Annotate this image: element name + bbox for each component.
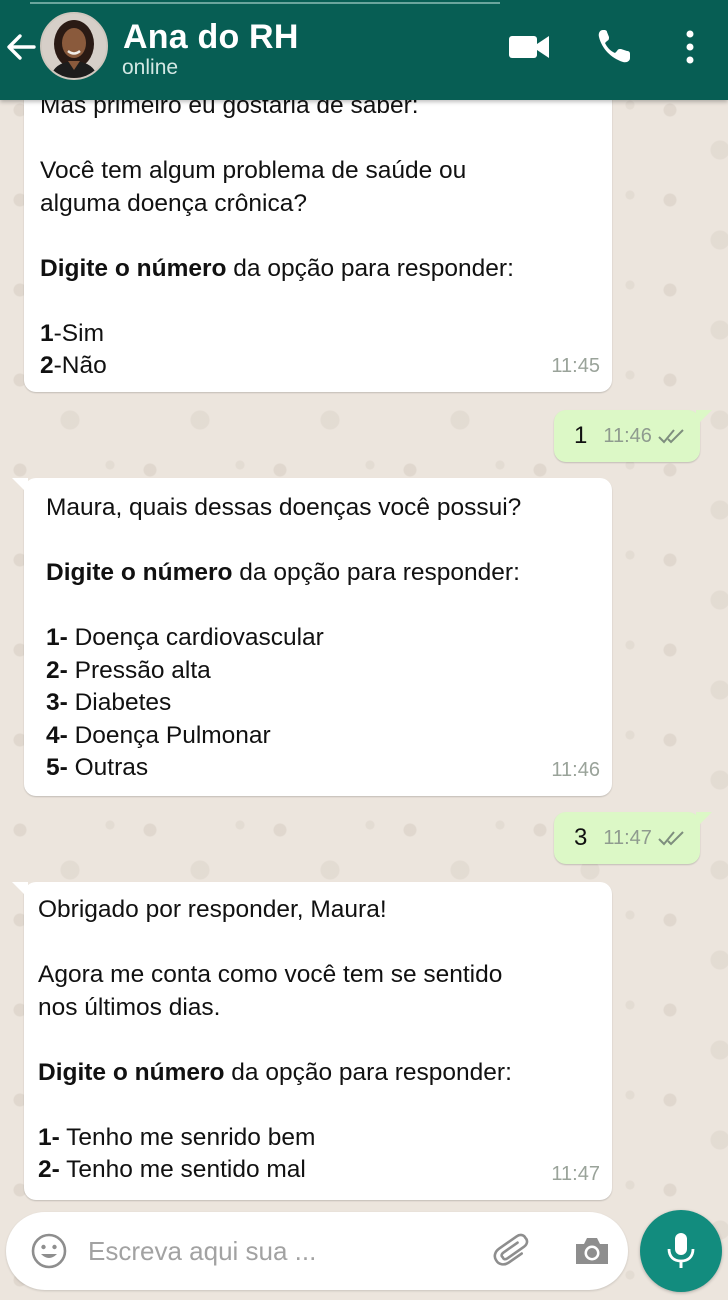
bold-text: Digite o número <box>38 1058 225 1086</box>
avatar[interactable] <box>40 12 108 80</box>
text-run: da opção para responder: <box>232 559 520 586</box>
message-text: 1 <box>574 421 588 449</box>
contact-name[interactable]: Ana do RH <box>123 18 299 57</box>
contact-status: online <box>122 56 179 79</box>
bold-text: 2- <box>46 656 68 684</box>
chat-header: Ana do RH online <box>0 0 728 100</box>
bold-text: 1 <box>40 319 54 347</box>
message-line: 2- Pressão alta <box>46 655 596 688</box>
message-line: Digite o número da opção para responder: <box>38 1057 596 1090</box>
text-run: -Não <box>53 352 107 379</box>
text-run: nos últimos dias. <box>38 993 221 1021</box>
message-line <box>40 123 596 156</box>
message-line: Digite o número da opção para responder: <box>46 557 596 590</box>
text-run: Diabetes <box>67 689 172 716</box>
text-run: -Sim <box>53 319 104 347</box>
bubble-tail <box>696 410 712 426</box>
bold-text: 1- <box>38 1123 60 1151</box>
message-line: 5- Outras <box>46 752 596 785</box>
microphone-icon <box>667 1233 695 1268</box>
message-bubble-incoming[interactable]: Obrigado por responder, Maura! Agora me c… <box>12 882 612 1200</box>
text-run: da opção para responder: <box>226 254 514 282</box>
text-run: Você tem algum problema de saúde ou <box>40 157 467 184</box>
message-bubble-incoming[interactable]: Maura, quais dessas doenças você possui?… <box>12 478 612 796</box>
message-line: 2- Tenho me sentido mal <box>38 1154 596 1187</box>
arrow-left-icon[interactable] <box>4 30 38 64</box>
video-camera-icon[interactable] <box>506 24 552 70</box>
message-bubble-outgoing[interactable]: 3 11:47 <box>554 812 712 864</box>
bold-text: 5- <box>46 754 68 781</box>
voice-message-button[interactable] <box>640 1210 722 1292</box>
phone-icon[interactable] <box>594 24 634 70</box>
message-line: Agora me conta como você tem se sentido <box>38 959 596 992</box>
text-run: Tenho me sentido mal <box>59 1156 306 1183</box>
message-line: Obrigado por responder, Maura! <box>38 894 596 927</box>
message-line: 4- Doença Pulmonar <box>46 720 596 753</box>
message-time: 11:47 <box>603 826 652 849</box>
message-line: 3- Diabetes <box>46 687 596 720</box>
message-time: 11:46 <box>603 424 652 447</box>
avatar-image <box>42 14 106 78</box>
more-vertical-icon[interactable] <box>676 24 704 70</box>
message-time: 11:45 <box>551 354 600 377</box>
bubble-tail <box>12 882 28 898</box>
double-check-icon <box>658 429 684 444</box>
double-check-icon <box>658 831 684 846</box>
message-line <box>38 1089 596 1122</box>
bold-text: 3- <box>46 689 68 716</box>
bubble-tail <box>12 478 28 494</box>
text-run: Outras <box>67 754 149 781</box>
message-time: 11:47 <box>551 1162 600 1185</box>
message-line: nos últimos dias. <box>38 992 596 1025</box>
message-input[interactable] <box>88 1230 468 1272</box>
text-run: Doença Pulmonar <box>67 721 271 749</box>
message-line: 1- Tenho me senrido bem <box>38 1122 596 1155</box>
bubble-tail <box>696 812 712 828</box>
message-line: Maura, quais dessas doenças você possui? <box>46 492 596 525</box>
emoji-icon[interactable] <box>30 1232 68 1270</box>
message-time: 11:46 <box>551 758 600 781</box>
text-run: Maura, quais dessas doenças você possui? <box>46 494 522 521</box>
bold-text: 4- <box>46 721 68 749</box>
message-text: Mas primeiro eu gostaria de saber: Você t… <box>40 90 596 383</box>
bold-text: 1- <box>46 624 68 651</box>
text-run: alguma doença crônica? <box>40 189 307 217</box>
message-text: Obrigado por responder, Maura! Agora me c… <box>38 894 596 1187</box>
paperclip-icon[interactable] <box>492 1230 534 1272</box>
message-line: Digite o número da opção para responder: <box>40 253 596 286</box>
message-composer <box>6 1212 628 1290</box>
camera-icon[interactable] <box>572 1232 612 1270</box>
message-line: Você tem algum problema de saúde ou <box>40 155 596 188</box>
message-line <box>46 525 596 558</box>
message-line <box>40 220 596 253</box>
text-run: da opção para responder: <box>224 1058 512 1086</box>
message-line <box>38 927 596 960</box>
text-run: Tenho me senrido bem <box>59 1123 316 1151</box>
message-line <box>40 285 596 318</box>
text-run: Obrigado por responder, Maura! <box>38 896 387 923</box>
chat-area[interactable]: Mas primeiro eu gostaria de saber: Você t… <box>0 0 728 1210</box>
message-line: 1-Sim <box>40 318 596 351</box>
message-line: 2-Não <box>40 350 596 383</box>
bold-text: 2 <box>40 352 54 379</box>
header-divider <box>30 2 500 4</box>
text-run: Doença cardiovascular <box>67 624 324 651</box>
message-line: 1- Doença cardiovascular <box>46 622 596 655</box>
message-text: 3 <box>574 823 588 851</box>
message-text: Maura, quais dessas doenças você possui?… <box>46 492 596 785</box>
message-bubble-incoming[interactable]: Mas primeiro eu gostaria de saber: Você t… <box>24 70 612 392</box>
message-line <box>38 1024 596 1057</box>
text-run: Pressão alta <box>67 656 211 684</box>
message-line: alguma doença crônica? <box>40 188 596 221</box>
message-bubble-outgoing[interactable]: 1 11:46 <box>554 410 712 462</box>
message-line <box>46 590 596 623</box>
text-run: Agora me conta como você tem se sentido <box>38 961 503 988</box>
bold-text: 2- <box>38 1156 60 1183</box>
bold-text: Digite o número <box>46 559 233 586</box>
bold-text: Digite o número <box>40 254 227 282</box>
